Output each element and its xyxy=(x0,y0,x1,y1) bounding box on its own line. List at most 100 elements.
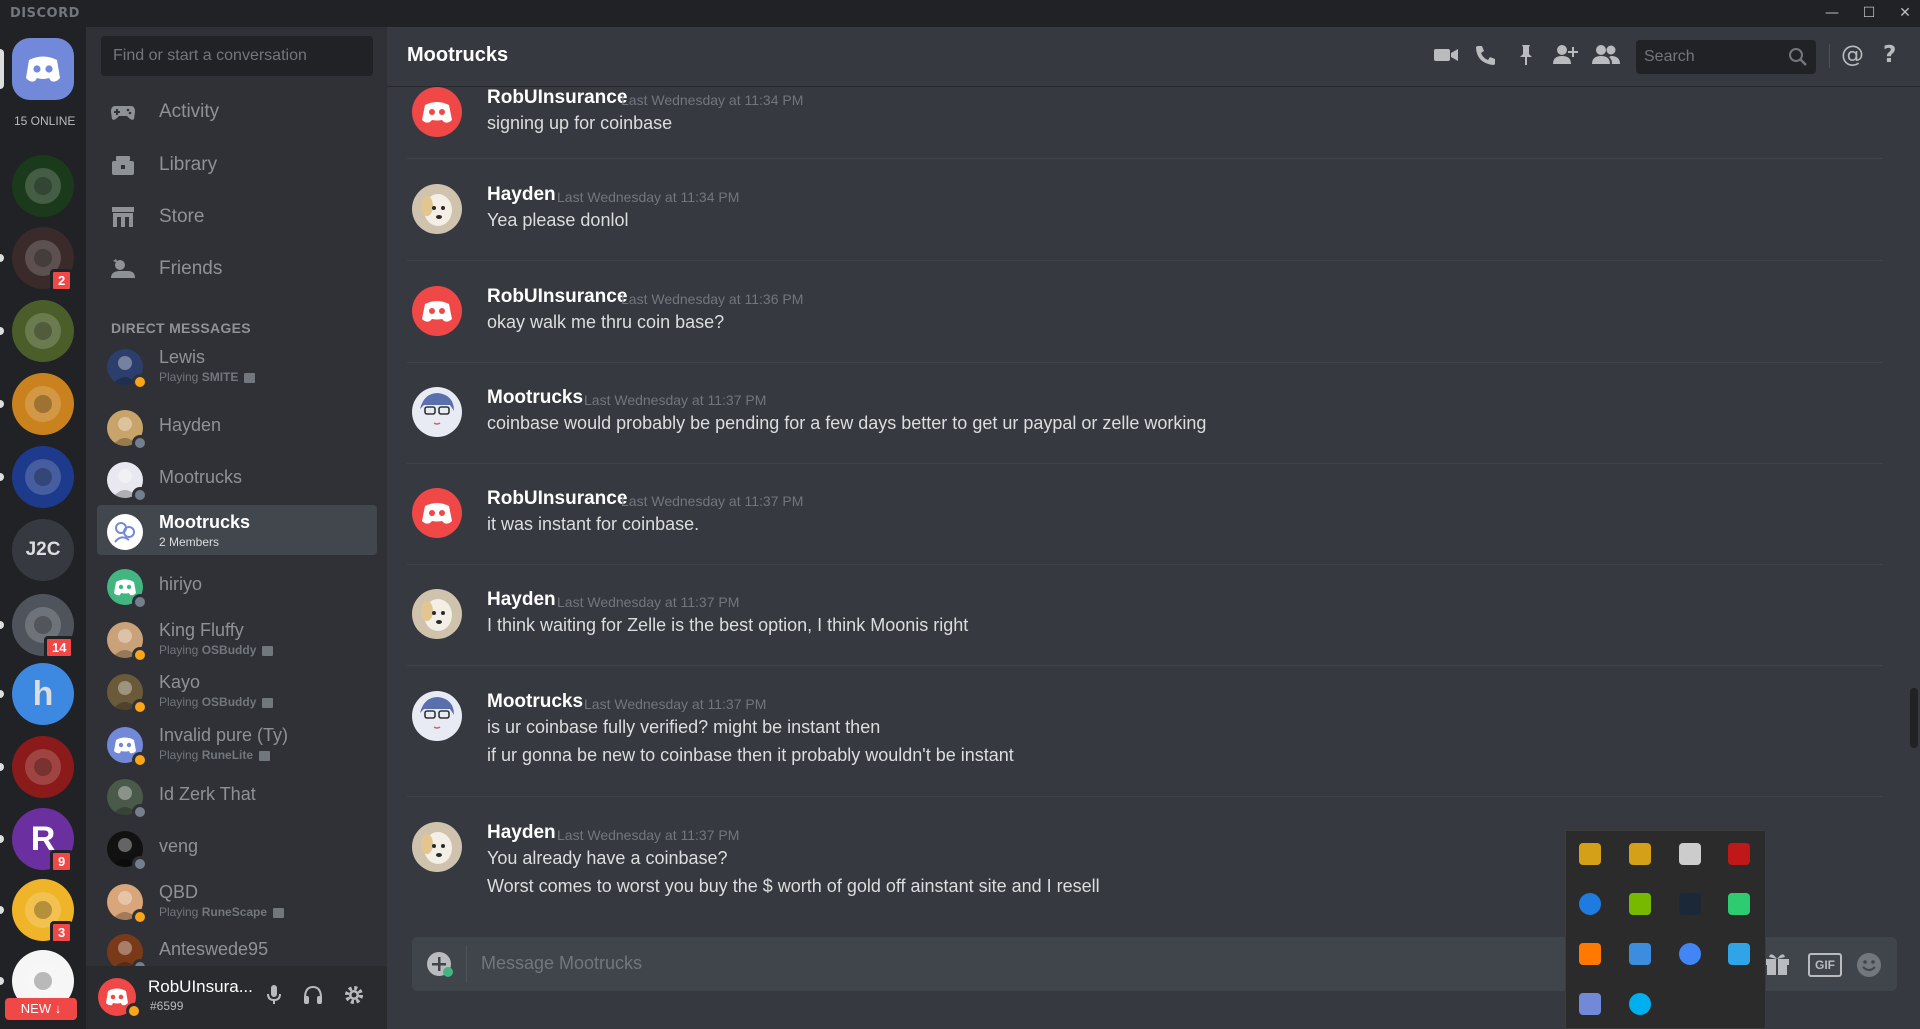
dm-item[interactable]: Invalid pure (Ty) Playing RuneLite xyxy=(97,718,377,768)
emoji-icon[interactable] xyxy=(1855,951,1883,984)
title-bar xyxy=(0,0,1920,27)
headphones-icon[interactable] xyxy=(302,984,324,1011)
chrome-icon[interactable] xyxy=(1679,943,1701,965)
dm-item[interactable]: Id Zerk That xyxy=(97,770,377,820)
presence-status-icon xyxy=(132,804,148,820)
dm-name: Mootrucks xyxy=(159,467,243,487)
dm-item[interactable]: hiriyo xyxy=(97,560,377,610)
pin-icon[interactable] xyxy=(1513,43,1539,67)
guild-home-icon[interactable] xyxy=(12,38,74,100)
message-author[interactable]: RobUInsurance xyxy=(487,87,627,109)
message-input[interactable]: Message Mootrucks xyxy=(481,953,642,974)
message-author[interactable]: Hayden xyxy=(487,822,556,844)
upload-plus-icon[interactable] xyxy=(426,951,456,984)
dm-item[interactable]: veng xyxy=(97,822,377,872)
message-author[interactable]: Mootrucks xyxy=(487,691,583,713)
anime-avatar[interactable] xyxy=(412,691,462,741)
dm-item[interactable]: Lewis Playing SMITE xyxy=(97,340,377,390)
discord-avatar-icon[interactable] xyxy=(412,286,462,336)
scrollbar-thumb[interactable] xyxy=(1910,688,1918,748)
find-conversation-input[interactable]: Find or start a conversation xyxy=(101,36,373,76)
message-author[interactable]: RobUInsurance xyxy=(487,286,627,308)
steam-icon[interactable] xyxy=(1679,893,1701,915)
dots-app-icon[interactable] xyxy=(1629,943,1651,965)
message-timestamp: Last Wednesday at 11:37 PM xyxy=(557,594,740,610)
display-icon[interactable] xyxy=(1728,943,1750,965)
video-call-icon[interactable] xyxy=(1433,43,1459,67)
tray-app-icon[interactable] xyxy=(1679,843,1701,865)
message-author[interactable]: Mootrucks xyxy=(487,387,583,409)
message-group: Hayden Last Wednesday at 11:34 PM Yea plea… xyxy=(387,184,1887,242)
settings-gear-icon[interactable] xyxy=(343,984,365,1011)
user-tag: #6599 xyxy=(150,999,184,1013)
new-unreads-button[interactable]: NEW ↓ xyxy=(5,998,77,1020)
dm-name: Lewis xyxy=(159,347,206,367)
message-text: coinbase would probably be pending for a… xyxy=(487,413,1207,433)
microphone-icon[interactable] xyxy=(264,984,284,1011)
rich-presence-icon xyxy=(244,372,256,383)
add-friend-icon[interactable] xyxy=(1551,43,1578,67)
skype-icon[interactable] xyxy=(1629,993,1651,1015)
guild-mention-badge: 3 xyxy=(50,921,74,944)
maximize-button[interactable]: ☐ xyxy=(1859,4,1879,22)
dm-item[interactable]: Mootrucks xyxy=(97,453,377,503)
guild-h-icon[interactable]: h xyxy=(12,663,74,725)
dm-item[interactable]: QBD Playing RuneScape xyxy=(97,875,377,925)
app-brand: DISCORD xyxy=(10,6,80,21)
dm-group-item-selected[interactable]: Mootrucks 2 Members xyxy=(97,505,377,555)
help-icon[interactable]: ? xyxy=(1883,42,1896,68)
discord-avatar-icon[interactable] xyxy=(412,87,462,137)
presence-status-icon xyxy=(132,594,148,610)
message-group: Mootrucks Last Wednesday at 11:37 PM coinb… xyxy=(387,387,1887,445)
presence-status-icon xyxy=(132,752,148,768)
dm-activity: Playing RuneLite xyxy=(159,748,271,762)
dog-avatar[interactable] xyxy=(412,589,462,639)
bluetooth-icon[interactable] xyxy=(1579,893,1601,915)
discord-avatar-icon[interactable] xyxy=(412,488,462,538)
composer-divider xyxy=(466,945,467,983)
dm-item[interactable]: Hayden xyxy=(97,401,377,451)
gif-button[interactable]: GIF xyxy=(1808,953,1842,977)
nav-library[interactable]: Library xyxy=(100,143,380,187)
message-divider xyxy=(407,362,1882,363)
runelite-icon[interactable] xyxy=(1579,843,1601,865)
dm-item[interactable]: Kayo Playing OSBuddy xyxy=(97,665,377,715)
presence-status-icon xyxy=(132,374,148,390)
dm-activity: Playing OSBuddy xyxy=(159,643,274,657)
message-timestamp: Last Wednesday at 11:34 PM xyxy=(557,189,740,205)
mentions-icon[interactable]: @ xyxy=(1841,42,1864,68)
gift-icon[interactable] xyxy=(1763,951,1791,982)
nav-friends[interactable]: Friends xyxy=(100,247,380,291)
store-icon xyxy=(110,205,134,229)
nav-store[interactable]: Store xyxy=(100,195,380,239)
rich-presence-icon xyxy=(262,645,274,656)
dm-name: King Fluffy xyxy=(159,620,244,640)
guild-compass-icon[interactable] xyxy=(12,736,74,798)
refresh-app-icon[interactable] xyxy=(1728,893,1750,915)
nav-activity[interactable]: Activity xyxy=(100,90,380,134)
mcafee-icon[interactable] xyxy=(1728,843,1750,865)
guild-next-level-icon[interactable] xyxy=(12,155,74,217)
close-button[interactable]: ✕ xyxy=(1895,4,1915,22)
nvidia-icon[interactable] xyxy=(1629,893,1651,915)
dog-avatar[interactable] xyxy=(412,184,462,234)
message-author[interactable]: RobUInsurance xyxy=(487,488,627,510)
guild-rune-treasure-icon[interactable] xyxy=(12,373,74,435)
avast-icon[interactable] xyxy=(1579,943,1601,965)
minimize-button[interactable]: — xyxy=(1822,4,1842,22)
member-list-icon[interactable] xyxy=(1591,43,1621,67)
voice-call-icon[interactable] xyxy=(1473,43,1499,67)
anime-avatar[interactable] xyxy=(412,387,462,437)
dm-activity: Playing OSBuddy xyxy=(159,695,274,709)
message-divider xyxy=(407,463,1882,464)
guild-rungold-icon[interactable] xyxy=(12,446,74,508)
runelite-icon[interactable] xyxy=(1629,843,1651,865)
guild-j2c-icon[interactable]: J2C xyxy=(12,519,74,581)
dog-avatar[interactable] xyxy=(412,822,462,872)
discord-icon[interactable] xyxy=(1579,993,1601,1015)
message-author[interactable]: Hayden xyxy=(487,184,556,206)
message-group: RobUInsurance Last Wednesday at 11:34 PM s… xyxy=(387,87,1887,145)
dm-item[interactable]: King Fluffy Playing OSBuddy xyxy=(97,613,377,663)
message-author[interactable]: Hayden xyxy=(487,589,556,611)
guild-field-icon[interactable] xyxy=(12,300,74,362)
